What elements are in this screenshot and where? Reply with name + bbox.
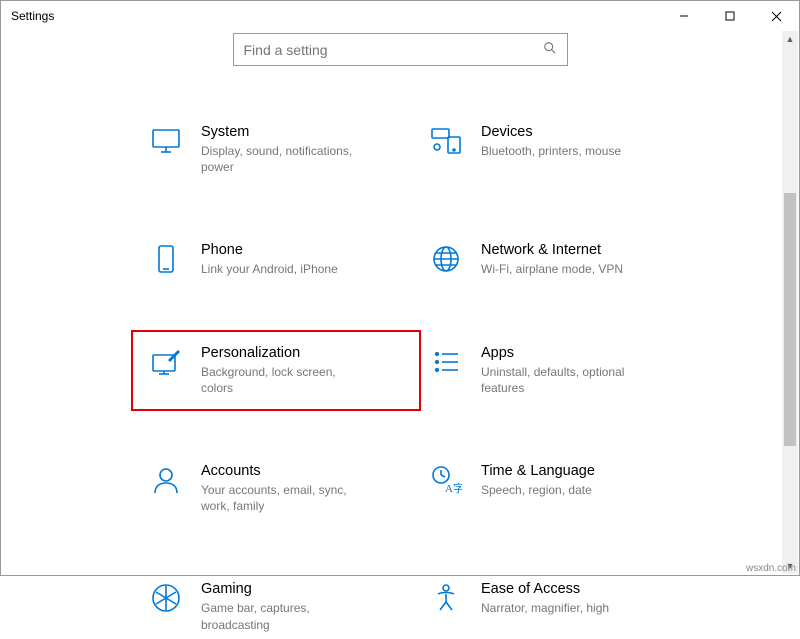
tile-title: Devices: [481, 124, 683, 140]
maximize-button[interactable]: [707, 1, 753, 31]
search-icon: [543, 41, 557, 58]
globe-icon: [429, 242, 463, 276]
tile-apps[interactable]: Apps Uninstall, defaults, optional featu…: [421, 339, 691, 402]
tile-time-language[interactable]: A字 Time & Language Speech, region, date: [421, 457, 691, 520]
watermark: wsxdn.com: [746, 563, 796, 574]
tile-title: Phone: [201, 242, 403, 258]
tile-title: Gaming: [201, 581, 403, 597]
tile-desc: Uninstall, defaults, optional features: [481, 364, 646, 396]
search-box[interactable]: [233, 33, 568, 66]
search-input[interactable]: [244, 42, 543, 58]
tile-desc: Background, lock screen, colors: [201, 364, 366, 396]
tile-gaming[interactable]: Gaming Game bar, captures, broadcasting: [141, 575, 411, 638]
minimize-button[interactable]: [661, 1, 707, 31]
tile-desc: Speech, region, date: [481, 482, 646, 498]
phone-icon: [149, 242, 183, 276]
titlebar: Settings: [1, 1, 799, 31]
settings-grid: System Display, sound, notifications, po…: [141, 118, 799, 639]
tile-personalization[interactable]: Personalization Background, lock screen,…: [131, 330, 421, 411]
tile-desc: Your accounts, email, sync, work, family: [201, 482, 366, 514]
minimize-icon: [679, 11, 689, 21]
tile-title: Ease of Access: [481, 581, 683, 597]
tile-title: Network & Internet: [481, 242, 683, 258]
apps-icon: [429, 345, 463, 379]
system-icon: [149, 124, 183, 158]
devices-icon: [429, 124, 463, 158]
gaming-icon: [149, 581, 183, 615]
svg-text:A字: A字: [445, 481, 462, 495]
close-button[interactable]: [753, 1, 799, 31]
time-language-icon: A字: [429, 463, 463, 497]
tile-desc: Link your Android, iPhone: [201, 261, 366, 277]
tile-desc: Narrator, magnifier, high: [481, 600, 646, 616]
tile-system[interactable]: System Display, sound, notifications, po…: [141, 118, 411, 181]
tile-title: Accounts: [201, 463, 403, 479]
maximize-icon: [725, 11, 735, 21]
ease-of-access-icon: [429, 581, 463, 615]
tile-phone[interactable]: Phone Link your Android, iPhone: [141, 236, 411, 283]
scroll-up-icon[interactable]: ▲: [782, 31, 798, 47]
tile-desc: Wi-Fi, airplane mode, VPN: [481, 261, 646, 277]
window-title: Settings: [11, 9, 54, 23]
tile-desc: Display, sound, notifications, power: [201, 143, 366, 175]
tile-title: System: [201, 124, 403, 140]
tile-title: Time & Language: [481, 463, 683, 479]
vertical-scrollbar[interactable]: ▲ ▼: [782, 31, 798, 574]
tile-accounts[interactable]: Accounts Your accounts, email, sync, wor…: [141, 457, 411, 520]
tile-desc: Game bar, captures, broadcasting: [201, 600, 366, 632]
tile-desc: Bluetooth, printers, mouse: [481, 143, 646, 159]
tile-network[interactable]: Network & Internet Wi-Fi, airplane mode,…: [421, 236, 691, 283]
close-icon: [771, 11, 782, 22]
personalization-icon: [149, 345, 183, 379]
scroll-thumb[interactable]: [784, 193, 796, 446]
tile-title: Apps: [481, 345, 683, 361]
accounts-icon: [149, 463, 183, 497]
tile-devices[interactable]: Devices Bluetooth, printers, mouse: [421, 118, 691, 181]
tile-title: Personalization: [201, 345, 403, 361]
tile-ease-of-access[interactable]: Ease of Access Narrator, magnifier, high: [421, 575, 691, 638]
